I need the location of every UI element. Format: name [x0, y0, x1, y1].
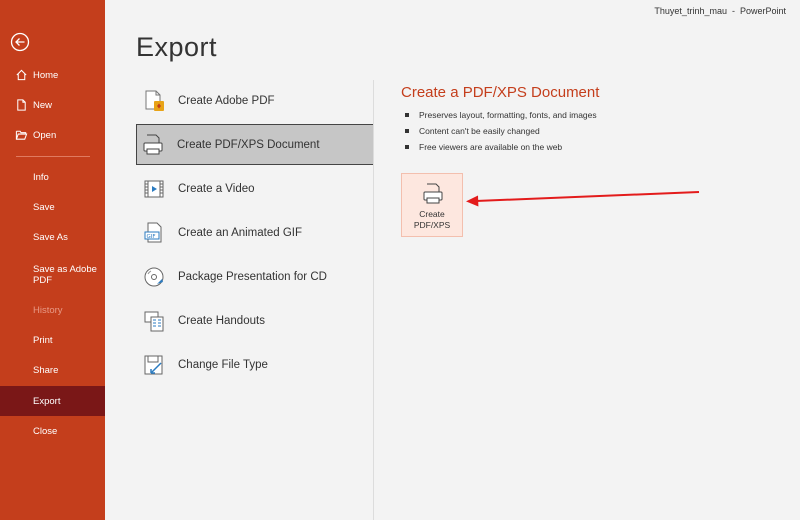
detail-bullets: Preserves layout, formatting, fonts, and… — [405, 107, 597, 155]
sidebar-item-history: History — [0, 295, 105, 325]
option-create-pdf-xps[interactable]: Create PDF/XPS Document — [136, 124, 374, 165]
video-icon — [144, 180, 164, 198]
option-label: Create Handouts — [178, 314, 265, 327]
handouts-icon — [144, 311, 164, 332]
home-icon — [16, 69, 27, 81]
page-title: Export — [136, 32, 218, 62]
sidebar-item-print[interactable]: Print — [0, 325, 105, 355]
option-create-adobe-pdf[interactable]: Create Adobe PDF — [136, 80, 374, 121]
sidebar-item-home[interactable]: Home — [0, 60, 105, 90]
sidebar-item-export[interactable]: Export — [0, 386, 105, 416]
sidebar-item-label: Info — [33, 171, 49, 183]
sidebar-item-open[interactable]: Open — [0, 120, 105, 150]
annotation-arrow — [466, 191, 700, 207]
sidebar-item-label: Open — [33, 129, 57, 141]
option-package-presentation-cd[interactable]: Package Presentation for CD — [136, 256, 374, 297]
option-change-file-type[interactable]: Change File Type — [136, 344, 374, 385]
option-label: Create PDF/XPS Document — [177, 138, 320, 151]
pdf-xps-icon — [143, 134, 163, 154]
gif-icon: GIF — [144, 222, 162, 243]
file-name: Thuyet_trinh_mau — [654, 6, 727, 16]
option-label: Create a Video — [178, 182, 255, 195]
sidebar-item-close[interactable]: Close — [0, 416, 105, 446]
option-label: Create Adobe PDF — [178, 94, 275, 107]
export-options-list: Create Adobe PDF Create PDF/XPS Document… — [136, 80, 374, 388]
change-file-type-icon — [144, 355, 163, 375]
sidebar-item-save-as-adobe-pdf[interactable]: Save as Adobe PDF — [0, 258, 105, 292]
backstage-sidebar: Home New Open Info Save Save As Save as … — [0, 0, 105, 520]
option-label: Change File Type — [178, 358, 268, 371]
sidebar-divider — [16, 156, 90, 157]
title-separator: - — [731, 6, 735, 16]
option-label: Create an Animated GIF — [178, 226, 303, 239]
option-create-video[interactable]: Create a Video — [136, 168, 374, 209]
bullet-item: Preserves layout, formatting, fonts, and… — [405, 107, 597, 123]
detail-title: Create a PDF/XPS Document — [401, 84, 600, 101]
pdf-xps-icon — [423, 183, 443, 204]
sidebar-item-new[interactable]: New — [0, 90, 105, 120]
sidebar-item-label: Home — [33, 69, 59, 81]
sidebar-item-save-as[interactable]: Save As — [0, 222, 105, 252]
sidebar-item-label: New — [33, 99, 53, 111]
option-create-handouts[interactable]: Create Handouts — [136, 300, 374, 341]
create-pdf-xps-button[interactable]: Create PDF/XPS — [401, 173, 463, 237]
sidebar-item-label: Print — [33, 334, 53, 346]
option-label: Package Presentation for CD — [178, 270, 327, 283]
back-arrow-icon[interactable] — [10, 32, 30, 52]
adobe-pdf-icon — [145, 90, 164, 111]
cd-icon — [144, 267, 164, 287]
sidebar-item-label: History — [33, 304, 63, 316]
sidebar-item-label: Share — [33, 364, 59, 376]
bullet-item: Content can't be easily changed — [405, 123, 597, 139]
new-document-icon — [17, 99, 26, 111]
sidebar-item-label: Close — [33, 425, 58, 437]
folder-open-icon — [15, 130, 28, 140]
sidebar-item-label: Save — [33, 201, 55, 213]
sidebar-item-save[interactable]: Save — [0, 192, 105, 222]
create-pdf-xps-label: Create PDF/XPS — [413, 209, 451, 230]
pane-divider — [373, 80, 374, 520]
window-title: Thuyet_trinh_mau - PowerPoint — [654, 6, 786, 16]
sidebar-item-label: Export — [33, 395, 61, 407]
option-create-animated-gif[interactable]: GIF Create an Animated GIF — [136, 212, 374, 253]
sidebar-item-share[interactable]: Share — [0, 355, 105, 385]
sidebar-item-label: Save as Adobe PDF — [33, 264, 97, 286]
bullet-item: Free viewers are available on the web — [405, 139, 597, 155]
sidebar-item-label: Save As — [33, 231, 68, 243]
sidebar-item-info[interactable]: Info — [0, 162, 105, 192]
svg-text:GIF: GIF — [147, 234, 156, 240]
app-name: PowerPoint — [739, 6, 786, 16]
